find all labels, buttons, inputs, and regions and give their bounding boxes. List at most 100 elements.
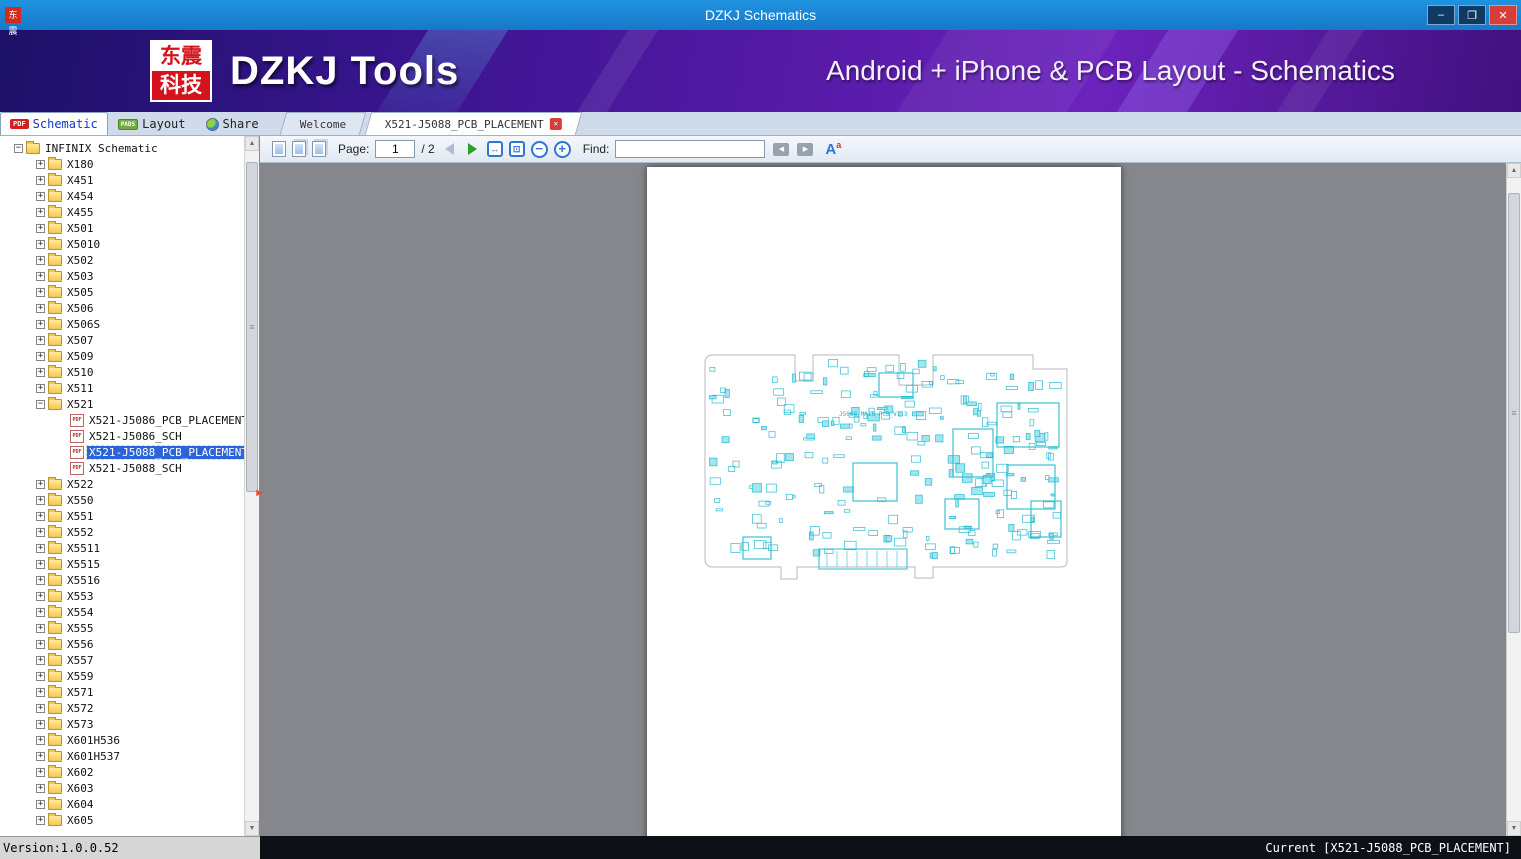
tree-item-folder[interactable]: + X555 — [0, 620, 244, 636]
expand-icon[interactable]: + — [36, 687, 45, 697]
expand-icon[interactable]: + — [36, 335, 45, 345]
expand-icon[interactable]: + — [36, 543, 45, 553]
panel-collapse-icon[interactable]: ► — [254, 488, 265, 499]
expand-icon[interactable]: + — [36, 719, 45, 729]
expand-icon[interactable]: + — [36, 575, 45, 585]
expand-icon[interactable]: + — [36, 655, 45, 665]
collapse-icon[interactable]: − — [14, 143, 23, 153]
page-input[interactable] — [375, 140, 416, 158]
tree-item-folder[interactable]: + X556 — [0, 636, 244, 652]
app-icon[interactable]: 东震 — [5, 7, 21, 36]
continuous-pages-icon[interactable] — [312, 141, 326, 157]
tree-item-folder[interactable]: + X601H537 — [0, 748, 244, 764]
expand-icon[interactable]: + — [36, 159, 45, 169]
tree-item-folder[interactable]: + X553 — [0, 588, 244, 604]
previous-page-button[interactable] — [444, 143, 454, 155]
expand-icon[interactable]: + — [36, 783, 45, 793]
tree-item-pdf[interactable]: PDF X521-J5088_SCH — [0, 460, 244, 476]
expand-icon[interactable]: + — [36, 799, 45, 809]
tree-item-folder[interactable]: + X511 — [0, 380, 244, 396]
tree-item-folder[interactable]: + X5511 — [0, 540, 244, 556]
sidebar-scroll-thumb[interactable]: ≡ — [246, 162, 258, 492]
find-input[interactable] — [615, 140, 766, 158]
expand-icon[interactable]: + — [36, 175, 45, 185]
tree-item-folder[interactable]: + X509 — [0, 348, 244, 364]
scroll-down-icon[interactable]: ▼ — [1507, 821, 1521, 836]
expand-icon[interactable]: + — [36, 511, 45, 521]
expand-icon[interactable]: + — [36, 559, 45, 569]
tab-schematic[interactable]: PDF Schematic — [0, 112, 108, 135]
close-button[interactable]: ✕ — [1489, 5, 1517, 25]
tree-item-folder[interactable]: + X451 — [0, 172, 244, 188]
expand-icon[interactable]: + — [36, 191, 45, 201]
expand-icon[interactable]: + — [36, 367, 45, 377]
tree-item-folder[interactable]: + X5515 — [0, 556, 244, 572]
tab-layout[interactable]: PADS Layout — [108, 112, 196, 135]
single-page-icon[interactable] — [272, 141, 286, 157]
tree-item-pdf[interactable]: PDF X521-J5088_PCB_PLACEMENT — [0, 444, 244, 460]
tree-item-folder[interactable]: + X551 — [0, 508, 244, 524]
expand-icon[interactable]: + — [36, 495, 45, 505]
zoom-out-button[interactable]: − — [530, 140, 548, 158]
tree-item-folder[interactable]: − X521 — [0, 396, 244, 412]
maximize-button[interactable]: ❐ — [1458, 5, 1486, 25]
tree-item-folder[interactable]: + X557 — [0, 652, 244, 668]
find-previous-icon[interactable]: ◀ — [773, 142, 790, 156]
scroll-down-icon[interactable]: ▼ — [245, 821, 259, 836]
tree-item-folder[interactable]: + X522 — [0, 476, 244, 492]
expand-icon[interactable]: + — [36, 383, 45, 393]
expand-icon[interactable]: + — [36, 239, 45, 249]
tree-item-folder[interactable]: + X501 — [0, 220, 244, 236]
tree-item-folder[interactable]: + X454 — [0, 188, 244, 204]
expand-icon[interactable]: + — [36, 591, 45, 601]
tree-item-folder[interactable]: + X603 — [0, 780, 244, 796]
scroll-up-icon[interactable]: ▲ — [245, 136, 259, 151]
tree-item-folder[interactable]: + X5516 — [0, 572, 244, 588]
doc-tab-welcome[interactable]: Welcome — [279, 112, 367, 135]
expand-icon[interactable]: + — [36, 303, 45, 313]
sidebar-scrollbar[interactable]: ▲ ≡ ▼ — [244, 136, 259, 836]
doc-tab-placement[interactable]: X521-J5088_PCB_PLACEMENT ✕ — [364, 112, 583, 135]
expand-icon[interactable]: + — [36, 639, 45, 649]
font-size-icon[interactable]: Aa — [825, 141, 841, 158]
tree-item-folder[interactable]: + X605 — [0, 812, 244, 828]
tree-item-folder[interactable]: + X552 — [0, 524, 244, 540]
expand-icon[interactable]: + — [36, 703, 45, 713]
viewer-scrollbar[interactable]: ▲ ≡ ▼ — [1506, 163, 1521, 836]
expand-icon[interactable]: + — [36, 207, 45, 217]
tree-item-folder[interactable]: + X507 — [0, 332, 244, 348]
collapse-icon[interactable]: − — [36, 399, 45, 409]
tree-item-folder[interactable]: + X602 — [0, 764, 244, 780]
expand-icon[interactable]: + — [36, 767, 45, 777]
tree-item-pdf[interactable]: PDF X521-J5086_SCH — [0, 428, 244, 444]
expand-icon[interactable]: + — [36, 735, 45, 745]
tree-item-folder[interactable]: + X559 — [0, 668, 244, 684]
tree-item-folder[interactable]: + X554 — [0, 604, 244, 620]
tree-item-folder[interactable]: + X601H536 — [0, 732, 244, 748]
tree-item-folder[interactable]: + X571 — [0, 684, 244, 700]
minimize-button[interactable]: – — [1427, 5, 1455, 25]
viewer-scroll-thumb[interactable]: ≡ — [1508, 193, 1520, 633]
expand-icon[interactable]: + — [36, 671, 45, 681]
expand-icon[interactable]: + — [36, 479, 45, 489]
pdf-viewer[interactable]: J5088_MAIN_PCB_V1.3 ▲ ≡ ▼ — [260, 163, 1521, 836]
fit-page-icon[interactable]: ⊡ — [508, 141, 525, 157]
tree-item-folder[interactable]: + X180 — [0, 156, 244, 172]
expand-icon[interactable]: + — [36, 751, 45, 761]
expand-icon[interactable]: + — [36, 223, 45, 233]
find-next-icon[interactable]: ▶ — [797, 142, 814, 156]
tree-item-folder[interactable]: + X503 — [0, 268, 244, 284]
tree-item-folder[interactable]: + X550 — [0, 492, 244, 508]
zoom-in-button[interactable]: + — [553, 140, 571, 158]
expand-icon[interactable]: + — [36, 287, 45, 297]
tree-item-folder[interactable]: + X455 — [0, 204, 244, 220]
expand-icon[interactable]: + — [36, 255, 45, 265]
expand-icon[interactable]: + — [36, 607, 45, 617]
expand-icon[interactable]: + — [36, 527, 45, 537]
tree-item-folder[interactable]: + X5010 — [0, 236, 244, 252]
next-page-button[interactable] — [467, 143, 477, 155]
tree-item-folder[interactable]: + X510 — [0, 364, 244, 380]
tree-item-pdf[interactable]: PDF X521-J5086_PCB_PLACEMENT — [0, 412, 244, 428]
tree-item-folder[interactable]: + X572 — [0, 700, 244, 716]
tab-share[interactable]: Share — [196, 112, 269, 135]
